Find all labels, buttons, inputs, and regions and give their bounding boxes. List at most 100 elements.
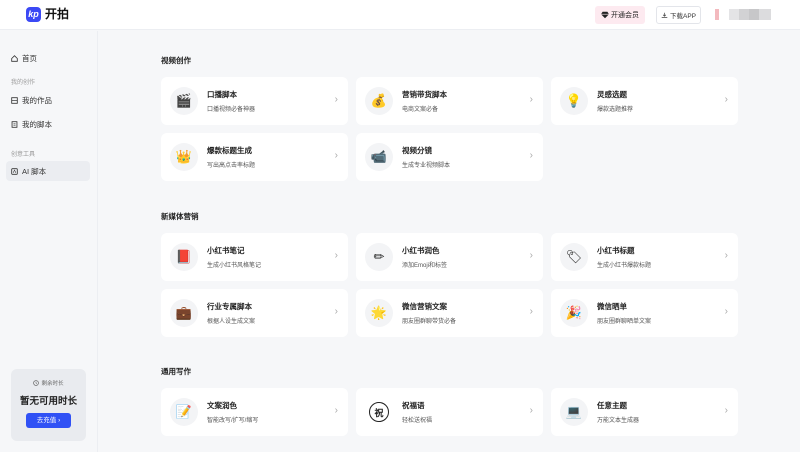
chevron-right-icon: › [58, 417, 61, 424]
tool-card-description: 爆款选题推荐 [597, 107, 634, 113]
tool-card-description: 朋友圈群聊晒单文案 [597, 319, 652, 325]
vip-label: 开通会员 [611, 12, 639, 19]
promo-sub-text: 剩余时长 [41, 381, 64, 387]
chevron-right-icon: › [529, 306, 533, 317]
tool-card-title: 微信营销文案 [402, 302, 447, 311]
tool-card-title: 文案润色 [207, 401, 237, 410]
app-name[interactable]: 开拍 [45, 7, 69, 22]
tool-card[interactable]: 🌟 微信营销文案朋友圈群聊带货必备 › [356, 289, 543, 337]
chevron-right-icon: › [529, 250, 533, 261]
tool-card[interactable]: ✏ 小红书润色 添加Emoji和标签 › [356, 233, 543, 281]
laptop-icon: 💻 [560, 398, 588, 426]
tool-card[interactable]: 📹 视频分镜 生成专业视频脚本 › [356, 133, 543, 181]
sidebar: 首页 我的创作 我的作品 我的脚本 创意工具 AI 脚本 剩余时长 暂无可用时长… [0, 31, 98, 452]
chevron-right-icon: › [334, 405, 338, 416]
party-popper-icon: 🎉 [560, 299, 588, 327]
tool-card[interactable]: 📕 小红书笔记生成小红书风格笔记 › [161, 233, 348, 281]
download-icon [661, 12, 668, 18]
clock-icon [33, 380, 40, 386]
money-bag-icon: 💰 [365, 87, 393, 115]
home-icon [11, 54, 18, 62]
tool-card[interactable]: 💰 营销带货脚本 电商文案必备 › [356, 77, 543, 125]
duration-promo-card: 剩余时长 暂无可用时长 去充值 › [11, 369, 86, 441]
sidebar-item-label: AI 脚本 [22, 166, 47, 176]
promo-title: 暂无可用时长 [19, 396, 77, 407]
crown-icon: 👑 [170, 143, 198, 171]
sidebar-section-my: 我的创作 [11, 80, 36, 86]
tool-card-title: 任意主题 [597, 401, 627, 410]
eraser-icon: 🏷 [560, 243, 588, 271]
tool-card-description: 万能文本生成器 [597, 418, 640, 424]
ai-script-icon [11, 167, 18, 175]
chevron-right-icon: › [724, 405, 728, 416]
tool-card-title: 小红书笔记 [207, 246, 245, 255]
document-icon [11, 120, 18, 128]
pencil-icon: ✏ [365, 243, 393, 271]
tool-card[interactable]: 👑 爆款标题生成 写出高点击率标题 › [161, 133, 348, 181]
tool-card-title: 爆款标题生成 [207, 146, 252, 155]
sidebar-item-ai-script[interactable]: AI 脚本 [6, 161, 90, 181]
tool-card[interactable]: 🏷 小红书标题生成小红书爆款标题 › [551, 233, 738, 281]
tool-card[interactable]: 💡 灵感选题爆款选题推荐 › [551, 77, 738, 125]
tool-card-title: 祝福语 [402, 401, 425, 410]
section-title: 通用写作 [161, 367, 191, 376]
tool-card-description: 生成专业视频脚本 [402, 163, 451, 169]
clapperboard-icon: 🎬 [170, 87, 198, 115]
video-camera-icon: 📹 [365, 143, 393, 171]
chevron-right-icon: › [529, 94, 533, 105]
tool-card[interactable]: 💼 行业专属脚本 根据人设生成文案 › [161, 289, 348, 337]
tool-card-description: 轻松送祝福 [402, 418, 433, 424]
tool-card-description: 电商文案必备 [402, 107, 439, 113]
tool-card[interactable]: 🎉 微信晒单朋友圈群聊晒单文案 › [551, 289, 738, 337]
chevron-right-icon: › [334, 306, 338, 317]
download-label: 下载APP [669, 13, 696, 20]
tool-card-title: 灵感选题 [597, 90, 627, 99]
tool-card-description: 写出高点击率标题 [207, 163, 256, 169]
sidebar-item-my-scripts[interactable]: 我的脚本 [6, 114, 90, 134]
grid-icon [11, 96, 18, 104]
tool-card-title: 小红书标题 [597, 246, 635, 255]
user-avatar[interactable] [715, 9, 771, 20]
lightbulb-icon: 💡 [560, 87, 588, 115]
tool-card-description: 口播视频必备神器 [207, 107, 256, 113]
sidebar-item-home[interactable]: 首页 [6, 48, 90, 68]
sidebar-item-label: 我的脚本 [22, 119, 52, 129]
tool-card-description: 智能改写/扩写/缩写 [207, 418, 259, 424]
star-icon: 🌟 [365, 299, 393, 327]
red-book-icon: 📕 [170, 243, 198, 271]
chevron-right-icon: › [529, 405, 533, 416]
tool-card-title: 营销带货脚本 [402, 90, 447, 99]
blessing-icon: 祝 [369, 402, 389, 422]
tool-card-description: 朋友圈群聊带货必备 [402, 319, 457, 325]
tool-card[interactable]: 祝 祝福语轻松送祝福 › [356, 388, 543, 436]
sidebar-item-label: 首页 [22, 53, 37, 63]
chevron-right-icon: › [334, 150, 338, 161]
diamond-icon [601, 11, 609, 19]
tool-card-description: 生成小红书爆款标题 [597, 263, 652, 269]
sidebar-item-label: 我的作品 [22, 95, 52, 105]
tool-card-description: 生成小红书风格笔记 [207, 263, 262, 269]
briefcase-icon: 💼 [170, 299, 198, 327]
chevron-right-icon: › [334, 250, 338, 261]
tool-card-description: 添加Emoji和标签 [402, 263, 448, 269]
vip-button[interactable]: 开通会员 [595, 6, 645, 24]
sidebar-item-my-works[interactable]: 我的作品 [6, 90, 90, 110]
recharge-button-label: 去充值 [36, 417, 57, 424]
tool-card-description: 根据人设生成文案 [207, 319, 256, 325]
tool-card-title: 微信晒单 [597, 302, 627, 311]
download-app-button[interactable]: 下载APP [656, 6, 701, 24]
tool-card[interactable]: 📝 文案润色智能改写/扩写/缩写 › [161, 388, 348, 436]
tool-card[interactable]: 🎬 口播脚本 口播视频必备神器 › [161, 77, 348, 125]
sidebar-section-tools: 创意工具 [11, 152, 36, 158]
chevron-right-icon: › [724, 306, 728, 317]
memo-icon: 📝 [170, 398, 198, 426]
logo-icon[interactable]: kp [26, 7, 41, 22]
section-title: 新媒体营销 [161, 212, 199, 221]
recharge-button[interactable]: 去充值 › [26, 413, 71, 428]
remaining-duration-label: 剩余时长 [11, 379, 86, 387]
chevron-right-icon: › [724, 250, 728, 261]
chevron-right-icon: › [724, 94, 728, 105]
chevron-right-icon: › [529, 150, 533, 161]
tool-card[interactable]: 💻 任意主题万能文本生成器 › [551, 388, 738, 436]
top-bar: kp 开拍 开通会员 下载APP [0, 0, 800, 30]
